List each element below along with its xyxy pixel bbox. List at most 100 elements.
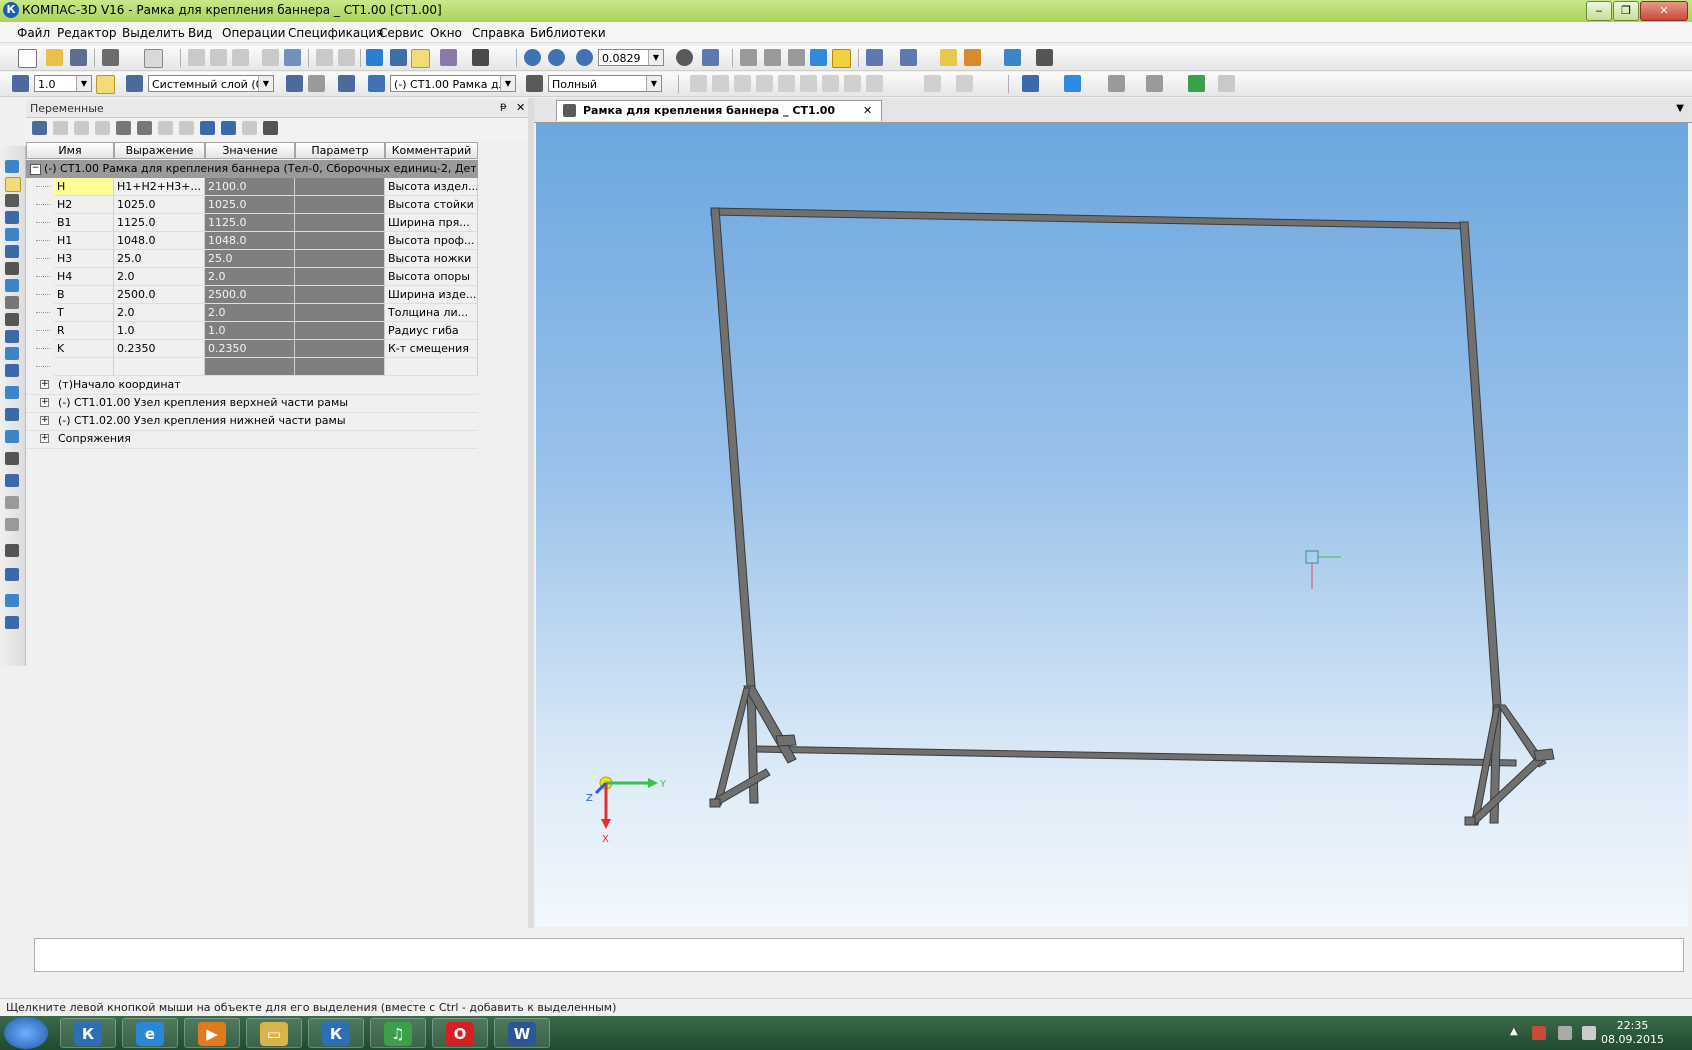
thin-lines-icon[interactable] — [788, 49, 805, 66]
step-cursor-icon[interactable] — [12, 75, 29, 92]
cell-value[interactable]: 25.0 — [205, 250, 295, 268]
move-down-icon[interactable] — [137, 121, 152, 135]
surfaces-icon[interactable] — [5, 211, 19, 224]
cell-comment[interactable] — [385, 358, 478, 376]
taskbar-word-button[interactable]: W — [494, 1018, 550, 1048]
orientation-icon[interactable] — [702, 49, 719, 66]
hatch-icon[interactable] — [1146, 75, 1163, 92]
cell-expr[interactable] — [114, 358, 205, 376]
text-style-icon[interactable] — [1218, 75, 1235, 92]
expand-icon[interactable]: + — [40, 398, 49, 407]
cut-icon[interactable] — [188, 49, 205, 66]
banner-frame[interactable] — [709, 207, 1555, 826]
cell-name[interactable]: H1 — [54, 232, 114, 250]
analysis-icon[interactable] — [5, 364, 19, 377]
undo-icon[interactable] — [316, 49, 333, 66]
tree-node[interactable]: + Сопряжения — [26, 430, 478, 449]
action-center-icon[interactable] — [1532, 1026, 1546, 1040]
cell-comment[interactable]: Высота опоры — [385, 268, 478, 286]
taskbar-opera-button[interactable]: O — [432, 1018, 488, 1048]
orient-icon[interactable] — [338, 75, 355, 92]
equation-icon[interactable] — [179, 121, 194, 135]
cell-name[interactable]: K — [54, 340, 114, 358]
cell-expr[interactable]: H1+H2+H3+... — [114, 178, 205, 196]
tree-node[interactable]: + (-) СТ1.01.00 Узел крепления верхней ча… — [26, 394, 478, 413]
cell-value[interactable]: 2100.0 — [205, 178, 295, 196]
cell-name[interactable]: H — [54, 178, 114, 196]
shaded-edges-icon[interactable] — [832, 49, 851, 68]
hidden-lines-icon[interactable] — [764, 49, 781, 66]
table-row[interactable]: T 2.0 2.0 Толщина ли... — [26, 304, 478, 322]
table-row[interactable]: B 2500.0 2500.0 Ширина изде... — [26, 286, 478, 304]
origin-marker[interactable] — [1305, 550, 1341, 589]
volume-icon[interactable] — [1582, 1026, 1596, 1040]
properties-box[interactable] — [34, 938, 1684, 972]
attach-icon[interactable] — [5, 296, 19, 309]
cell-param[interactable] — [295, 196, 385, 214]
cell-expr[interactable]: 1125.0 — [114, 214, 205, 232]
cell-value[interactable]: 2500.0 — [205, 286, 295, 304]
cell-value[interactable]: 1.0 — [205, 322, 295, 340]
taskbar-internet-explorer-button[interactable]: e — [122, 1018, 178, 1048]
editing-icon[interactable] — [5, 160, 19, 173]
select-filter-icon[interactable] — [900, 49, 917, 66]
plane-icon[interactable] — [308, 75, 325, 92]
table-row[interactable]: R 1.0 1.0 Радиус гиба — [26, 322, 478, 340]
list-icon[interactable] — [200, 121, 215, 135]
bend-icon[interactable] — [5, 430, 19, 443]
cell-expr[interactable]: 2.0 — [114, 268, 205, 286]
menu-file[interactable]: Файл — [17, 26, 50, 40]
specification-icon[interactable] — [5, 313, 19, 326]
redo-icon[interactable] — [338, 49, 355, 66]
3d-viewport[interactable]: Y X Z — [536, 123, 1688, 927]
cell-value[interactable] — [205, 358, 295, 376]
col-header-comment[interactable]: Комментарий — [385, 142, 478, 159]
cell-param[interactable] — [295, 268, 385, 286]
network-icon[interactable] — [1558, 1026, 1572, 1040]
table-row[interactable]: H2 1025.0 1025.0 Высота стойки — [26, 196, 478, 214]
snap-angle-icon[interactable] — [822, 75, 839, 92]
menu-help[interactable]: Справка — [472, 26, 525, 40]
cell-param[interactable] — [295, 214, 385, 232]
snap-icon[interactable] — [96, 75, 115, 94]
menu-specification[interactable]: Спецификация — [288, 26, 383, 40]
cell-comment[interactable]: Высота стойки — [385, 196, 478, 214]
snap-tangent-icon[interactable] — [756, 75, 773, 92]
search-icon[interactable] — [5, 544, 19, 557]
dimensions-icon[interactable] — [5, 262, 19, 275]
panel-splitter[interactable] — [528, 98, 534, 928]
pi-icon[interactable] — [95, 121, 110, 135]
tabs-dropdown-icon[interactable]: ▼ — [1676, 103, 1684, 114]
function-icon[interactable] — [74, 121, 89, 135]
cell-param[interactable] — [295, 178, 385, 196]
table-row[interactable]: H4 2.0 2.0 Высота опоры — [26, 268, 478, 286]
cell-comment[interactable]: Ширина изде... — [385, 286, 478, 304]
panel-close-icon[interactable]: ✕ — [516, 101, 525, 114]
minimize-button[interactable]: ‒ — [1586, 1, 1612, 21]
component-select[interactable]: (-) СТ1.00 Рамка для ▼ — [390, 75, 516, 92]
move-up-icon[interactable] — [116, 121, 131, 135]
menu-operations[interactable]: Операции — [222, 26, 285, 40]
cell-expr[interactable]: 1048.0 — [114, 232, 205, 250]
taskbar-music-player-button[interactable]: ♫ — [370, 1018, 426, 1048]
stamp-icon[interactable] — [5, 496, 19, 509]
cell-value[interactable]: 2.0 — [205, 268, 295, 286]
cell-expr[interactable]: 1.0 — [114, 322, 205, 340]
variables-fx-icon[interactable] — [411, 49, 430, 68]
cell-expr[interactable]: 2500.0 — [114, 286, 205, 304]
table-row[interactable]: H1 1048.0 1048.0 Высота проф... — [26, 232, 478, 250]
local-cs-icon[interactable] — [286, 75, 303, 92]
col-header-value[interactable]: Значение — [205, 142, 295, 159]
scale-select[interactable]: 0.0829 ▼ — [598, 49, 664, 66]
section-icon[interactable] — [940, 49, 957, 66]
manager-icon[interactable] — [1036, 49, 1053, 66]
pin-icon[interactable]: ᵽ — [500, 101, 507, 112]
snap-nearest-icon[interactable] — [866, 75, 883, 92]
delete-variable-icon[interactable] — [53, 121, 68, 135]
taskbar-kompas-active-button[interactable]: К — [308, 1018, 364, 1048]
col-header-name[interactable]: Имя — [26, 142, 114, 159]
wireframe-icon[interactable] — [740, 49, 757, 66]
filter-tool-icon[interactable] — [5, 279, 19, 292]
assembly-icon[interactable] — [5, 177, 21, 192]
tree-node[interactable]: + (-) СТ1.02.00 Узел крепления нижней час… — [26, 412, 478, 431]
